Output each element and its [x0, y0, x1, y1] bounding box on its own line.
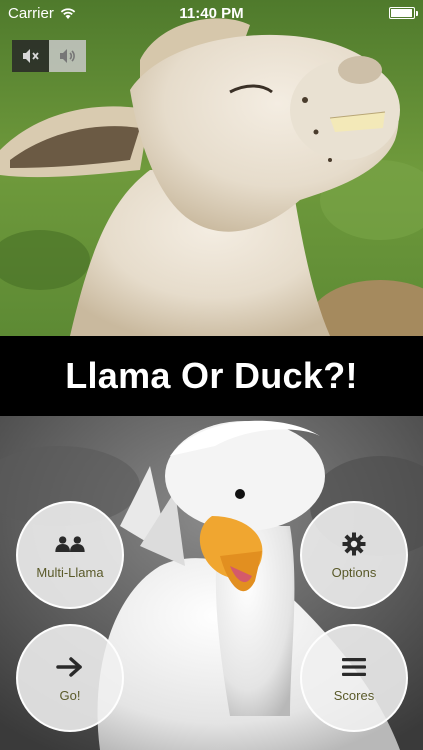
app-title: Llama Or Duck?! — [65, 355, 358, 396]
options-label: Options — [331, 564, 377, 580]
menu-list-icon — [338, 654, 370, 680]
multi-llama-button[interactable]: Multi-Llama — [16, 501, 124, 609]
status-time: 11:40 PM — [179, 5, 244, 22]
speaker-muted-icon — [22, 49, 39, 63]
title-banner: Llama Or Duck?! — [0, 336, 423, 416]
go-button[interactable]: Go! — [16, 624, 124, 732]
arrow-right-icon — [54, 654, 86, 680]
unmute-button[interactable] — [49, 40, 86, 72]
mute-button[interactable] — [12, 40, 49, 72]
go-label: Go! — [59, 687, 81, 703]
multi-llama-label: Multi-Llama — [36, 564, 104, 580]
sound-toggle[interactable] — [12, 40, 86, 72]
battery-icon — [389, 7, 418, 19]
scores-label: Scores — [333, 687, 375, 703]
app-screen: Carrier 11:40 PM Llama Or Duck?! Multi-L… — [0, 0, 423, 750]
status-bar: Carrier 11:40 PM — [0, 0, 423, 28]
gear-icon — [338, 531, 370, 557]
speaker-on-icon — [59, 49, 75, 63]
users-icon — [54, 531, 86, 557]
battery-fill — [391, 9, 412, 17]
scores-button[interactable]: Scores — [300, 624, 408, 732]
options-button[interactable]: Options — [300, 501, 408, 609]
